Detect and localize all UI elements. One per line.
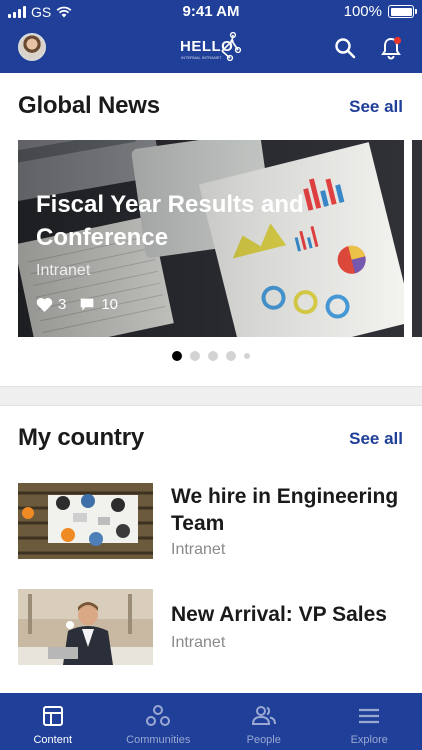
battery-percent: 100% (343, 3, 382, 20)
tab-label: Communities (126, 734, 191, 746)
content-icon (42, 706, 63, 726)
comment-icon (81, 298, 94, 311)
section-divider (0, 386, 422, 406)
featured-news-source: Intranet (36, 262, 91, 279)
featured-news-title: Fiscal Year Results and Conference (36, 191, 304, 251)
tab-content[interactable]: Content (0, 693, 106, 750)
pager-dot[interactable] (208, 351, 218, 361)
tab-label: Explore (350, 734, 388, 746)
next-news-card[interactable] (412, 140, 422, 337)
pager-dot[interactable] (190, 351, 200, 361)
status-bar: GS 9:41 AM 100% (0, 0, 422, 24)
article-source: Intranet (171, 634, 226, 651)
battery-icon (388, 5, 417, 18)
notification-badge (393, 36, 402, 45)
comments-count: 10 (101, 296, 119, 313)
global-news-see-all-link[interactable]: See all (349, 97, 403, 117)
article-title: New Arrival: VP Sales (171, 603, 387, 626)
my-country-title: My country (18, 424, 145, 451)
carousel-pager[interactable] (172, 351, 250, 361)
logo-tagline: INTERNAL INTRANET (181, 55, 222, 60)
top-bar: GS 9:41 AM 100% HELLO INTERNAL INTRANET (0, 0, 422, 73)
avatar[interactable] (18, 33, 46, 61)
heart-icon (36, 297, 53, 312)
menu-icon (359, 708, 380, 724)
article-thumbnail (18, 483, 153, 559)
tab-people[interactable]: People (211, 693, 317, 750)
tab-label: People (246, 734, 281, 746)
pager-dot[interactable] (244, 353, 250, 359)
bell-icon[interactable] (379, 36, 403, 60)
article-title: We hire in Engineering Team (171, 485, 399, 535)
my-country-see-all-link[interactable]: See all (349, 429, 403, 449)
global-news-title: Global News (18, 92, 160, 119)
tab-label: Content (33, 734, 73, 746)
featured-news-card[interactable]: Fiscal Year Results and Conference Intra… (18, 140, 404, 337)
tab-explore[interactable]: Explore (317, 693, 422, 750)
network-icon (221, 31, 242, 62)
article-thumbnail (18, 589, 153, 665)
search-icon[interactable] (333, 36, 357, 60)
pager-dot[interactable] (172, 351, 182, 361)
people-icon (251, 706, 276, 725)
list-item[interactable]: New Arrival: VP Sales Intranet (18, 589, 404, 667)
featured-news-stats: 3 10 (36, 296, 118, 313)
tab-bar: Content Communities People Explore (0, 693, 422, 750)
tab-communities[interactable]: Communities (106, 693, 212, 750)
article-source: Intranet (171, 541, 226, 558)
pager-dot[interactable] (226, 351, 236, 361)
likes-count: 3 (58, 296, 67, 313)
communities-icon (146, 705, 171, 726)
list-item[interactable]: We hire in Engineering Team Intranet (18, 483, 404, 561)
app-logo: HELLO INTERNAL INTRANET (180, 31, 242, 63)
